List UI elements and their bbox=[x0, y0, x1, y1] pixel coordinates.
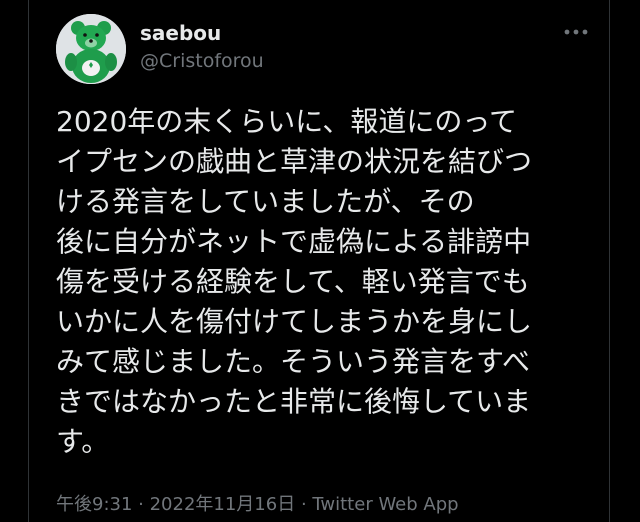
tweet-line: きではなかったと非常に後悔していま bbox=[56, 385, 532, 418]
tweet-metadata: 午後9:31 · 2022年11月16日 · Twitter Web App bbox=[56, 490, 459, 516]
tweet-source[interactable]: Twitter Web App bbox=[312, 494, 458, 515]
tweet-line: 傷を受ける経験をして、軽い発言でも bbox=[56, 265, 530, 298]
tweet-line: 2020年の末くらいに、報道にのって bbox=[56, 105, 518, 138]
tweet-line: 後に自分がネットで虚偽による誹謗中 bbox=[56, 225, 532, 258]
tweet-line: イプセンの戯曲と草津の状況を結びつ bbox=[56, 145, 533, 178]
meta-separator: · bbox=[132, 494, 150, 515]
meta-separator: · bbox=[295, 494, 313, 515]
avatar[interactable] bbox=[56, 14, 126, 84]
more-options-button[interactable] bbox=[556, 18, 596, 46]
tweet-text: 2020年の末くらいに、報道にのって イプセンの戯曲と草津の状況を結びつ ける発… bbox=[56, 102, 586, 462]
tweet-line: いかに人を傷付けてしまうかを身にし bbox=[56, 305, 533, 338]
tweet-line: みて感じました。そういう発言をすべ bbox=[56, 345, 531, 378]
tweet-line: ける発言をしていましたが、その bbox=[56, 185, 475, 218]
more-dots-icon bbox=[564, 29, 588, 35]
tweet-date[interactable]: 2022年11月16日 bbox=[150, 494, 296, 515]
display-name[interactable]: saebou bbox=[140, 21, 221, 45]
green-bear-avatar-icon bbox=[56, 14, 126, 84]
tweet-line: す。 bbox=[56, 425, 110, 458]
tweet-time[interactable]: 午後9:31 bbox=[56, 494, 132, 515]
user-handle[interactable]: @Cristoforou bbox=[140, 50, 264, 72]
